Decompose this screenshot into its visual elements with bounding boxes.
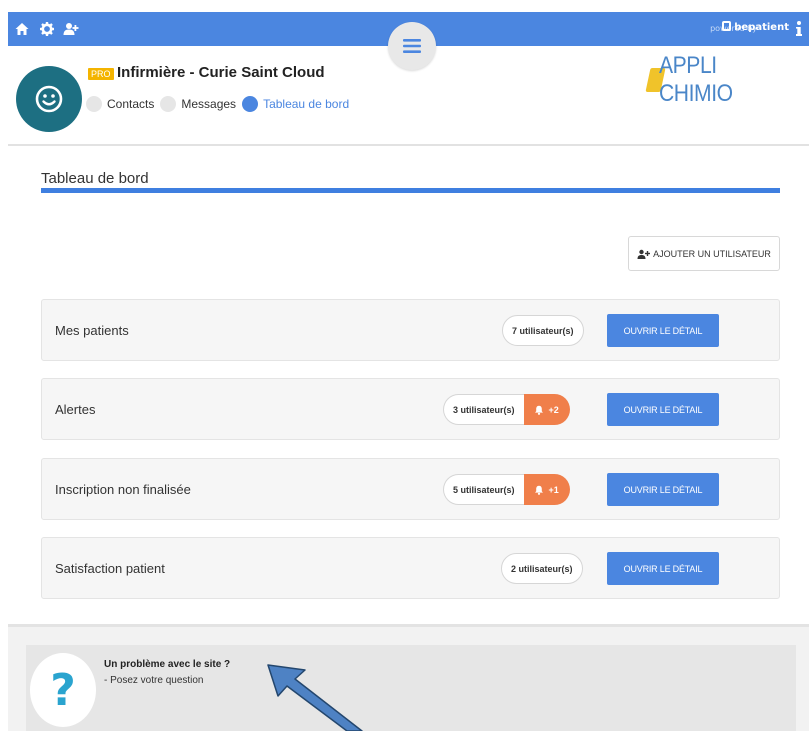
pro-badge: PRO bbox=[88, 68, 114, 80]
gear-icon[interactable] bbox=[39, 21, 55, 37]
user-count: 3 utilisateur(s) bbox=[443, 394, 524, 425]
brand-logo-icon bbox=[722, 21, 732, 31]
add-user-icon[interactable] bbox=[63, 21, 79, 37]
dashboard: Tableau de bord AJOUTER UN UTILISATEUR M… bbox=[8, 148, 809, 624]
nav-dot-icon bbox=[242, 96, 259, 112]
row-label: Alertes bbox=[55, 402, 96, 417]
help-link[interactable]: - Posez votre question bbox=[104, 675, 204, 686]
bell-icon bbox=[534, 405, 543, 415]
help-title: Un problème avec le site ? bbox=[104, 659, 231, 670]
question-icon: ? bbox=[30, 653, 96, 727]
open-detail-button[interactable]: OUVRIR LE DÉTAIL bbox=[607, 314, 719, 347]
nav-dot-icon bbox=[160, 96, 177, 112]
app-frame: powered by bepatient PRO Infirmière - Cu… bbox=[8, 12, 809, 731]
user-count-pill: 3 utilisateur(s) +2 bbox=[443, 394, 570, 425]
add-user-label: AJOUTER UN UTILISATEUR bbox=[653, 248, 771, 259]
open-detail-button[interactable]: OUVRIR LE DÉTAIL bbox=[607, 393, 719, 426]
open-detail-button[interactable]: OUVRIR LE DÉTAIL bbox=[607, 473, 719, 506]
menu-button[interactable] bbox=[388, 22, 436, 70]
brand-name: bepatient bbox=[734, 22, 789, 33]
user-count: 2 utilisateur(s) bbox=[501, 553, 583, 584]
question-mark: ? bbox=[50, 664, 76, 716]
nav-item-tableau-de-bord[interactable]: Tableau de bord bbox=[242, 96, 349, 112]
alert-badge: +2 bbox=[523, 394, 570, 425]
open-detail-button[interactable]: OUVRIR LE DÉTAIL bbox=[607, 552, 719, 585]
nav-item-contacts[interactable]: Contacts bbox=[86, 96, 154, 112]
nav-dot-icon bbox=[86, 96, 102, 112]
alert-count: +2 bbox=[548, 404, 559, 415]
avatar[interactable] bbox=[16, 66, 82, 132]
logo-text: APPLI CHIMIO bbox=[659, 52, 734, 107]
nav-item-label: Messages bbox=[181, 97, 237, 111]
user-count: 7 utilisateur(s) bbox=[502, 315, 584, 346]
user-count-pill: 7 utilisateur(s) bbox=[502, 315, 584, 346]
footer: ? Un problème avec le site ? - Posez vot… bbox=[8, 624, 809, 731]
bell-icon bbox=[534, 485, 543, 495]
brand-link[interactable]: bepatient bbox=[722, 21, 789, 33]
row-label: Satisfaction patient bbox=[55, 561, 165, 576]
dashboard-row-inscription: Inscription non finalisée 5 utilisateur(… bbox=[41, 458, 780, 520]
app-logo: APPLI CHIMIO bbox=[645, 52, 809, 107]
smiley-icon bbox=[35, 85, 63, 113]
info-icon[interactable] bbox=[793, 20, 805, 38]
dashboard-row-mes-patients: Mes patients 7 utilisateur(s) OUVRIR LE … bbox=[41, 299, 780, 361]
annotation-arrow-icon bbox=[267, 664, 363, 731]
nav-item-label: Contacts bbox=[107, 97, 155, 111]
section-title: Tableau de bord bbox=[41, 170, 149, 187]
header-nav: Contacts Messages Tableau de bord bbox=[86, 94, 355, 114]
dashboard-row-satisfaction: Satisfaction patient 2 utilisateur(s) OU… bbox=[41, 537, 780, 599]
user-count: 5 utilisateur(s) bbox=[443, 474, 524, 505]
hamburger-icon bbox=[403, 39, 421, 53]
nav-item-messages[interactable]: Messages bbox=[160, 96, 236, 112]
alert-badge: +1 bbox=[523, 474, 570, 505]
nav-item-label: Tableau de bord bbox=[263, 97, 350, 111]
alert-count: +1 bbox=[548, 484, 559, 495]
page-title: Infirmière - Curie Saint Cloud bbox=[117, 64, 325, 81]
add-user-button[interactable]: AJOUTER UN UTILISATEUR bbox=[628, 236, 780, 271]
row-label: Inscription non finalisée bbox=[55, 482, 191, 497]
row-label: Mes patients bbox=[55, 323, 129, 338]
user-count-pill: 2 utilisateur(s) bbox=[501, 553, 583, 584]
add-user-icon bbox=[637, 249, 651, 259]
help-box[interactable]: ? Un problème avec le site ? - Posez vot… bbox=[26, 645, 796, 731]
section-underline bbox=[41, 188, 780, 193]
home-icon[interactable] bbox=[14, 21, 30, 37]
user-count-pill: 5 utilisateur(s) +1 bbox=[443, 474, 570, 505]
dashboard-row-alertes: Alertes 3 utilisateur(s) +2 OUVRIR LE DÉ… bbox=[41, 378, 780, 440]
